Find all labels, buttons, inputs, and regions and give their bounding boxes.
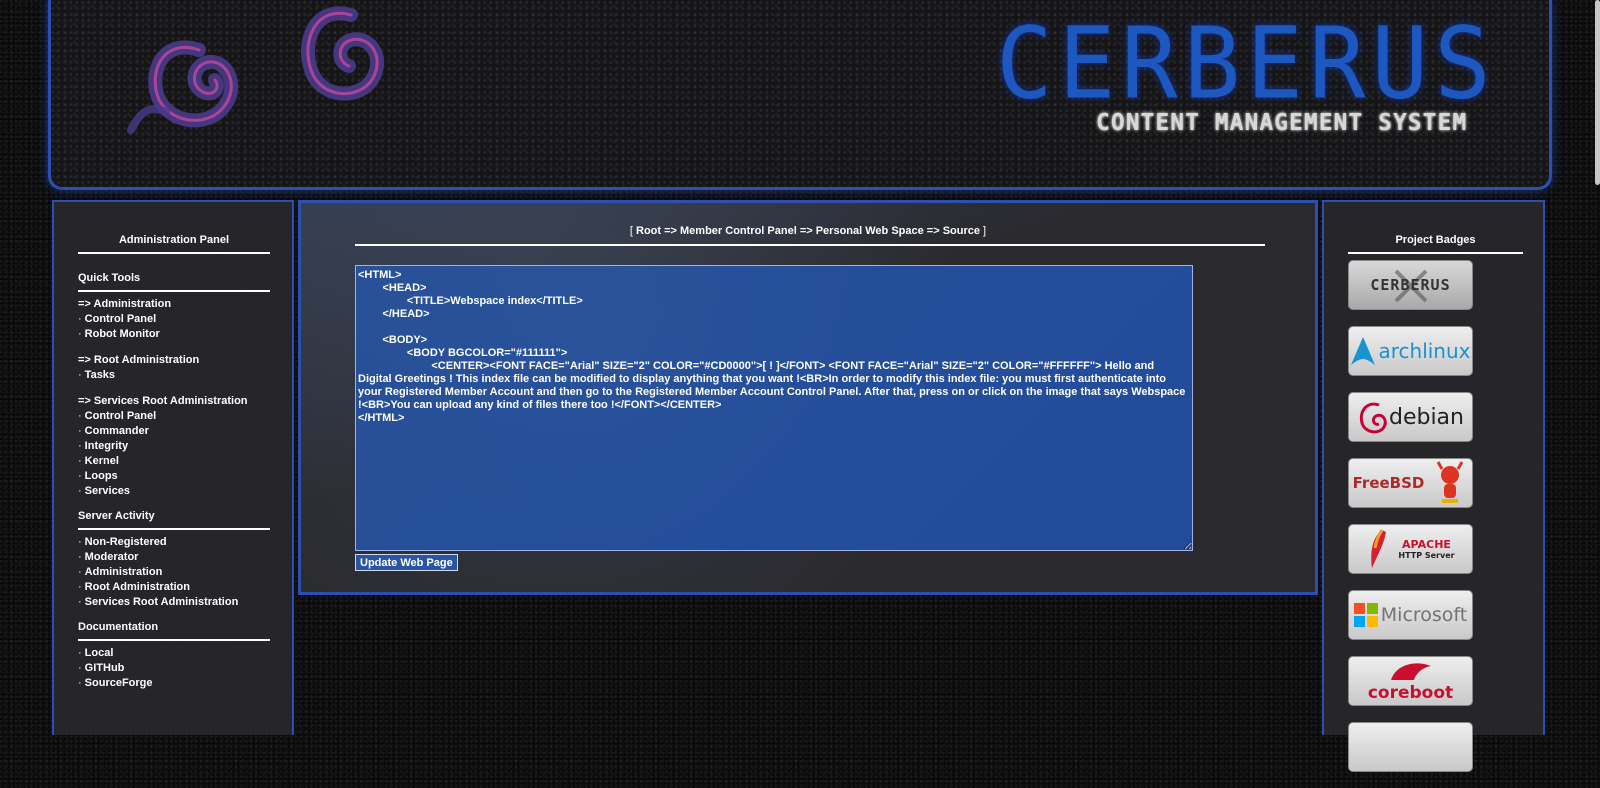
menu-item[interactable]: · Kernel	[78, 454, 270, 469]
brand-subtitle: CONTENT MANAGEMENT SYSTEM	[1096, 110, 1468, 136]
panel-heading: Project Badges	[1395, 234, 1476, 246]
page-scrollbar[interactable]	[1595, 0, 1600, 185]
menu-item[interactable]: · Loops	[78, 469, 270, 484]
microsoft-badge[interactable]: Microsoft	[1348, 590, 1473, 640]
quick-tools-group-administration: => Administration · Control Panel · Robot …	[78, 297, 270, 342]
menu-item[interactable]: · Control Panel	[78, 409, 270, 424]
quick-tools-group-root-administration: => Root Administration · Tasks	[78, 353, 270, 383]
archlinux-badge[interactable]: archlinux	[1348, 326, 1473, 376]
divider	[1348, 252, 1523, 254]
menu-item[interactable]: · Services	[78, 484, 270, 499]
divider	[78, 639, 270, 641]
debian-swirl-logo	[127, 6, 385, 134]
source-editor-textarea[interactable]	[355, 265, 1193, 551]
update-web-page-button[interactable]: Update Web Page	[355, 554, 458, 571]
menu-item[interactable]: · Integrity	[78, 439, 270, 454]
menu-item[interactable]: · Moderator	[78, 550, 270, 565]
menu-group-head[interactable]: => Services Root Administration	[78, 394, 270, 409]
section-title-quick-tools: Quick Tools	[78, 272, 141, 284]
badge-label: archlinux	[1378, 339, 1471, 363]
cerberus-badge[interactable]: CERBERUS	[1348, 260, 1473, 310]
archlinux-badge-icon	[1351, 337, 1376, 365]
header-banner: CERBERUS CONTENT MANAGEMENT SYSTEM	[48, 0, 1552, 190]
menu-item[interactable]: · Services Root Administration	[78, 595, 270, 610]
debian-badge[interactable]: debian	[1348, 392, 1473, 442]
menu-item[interactable]: · SourceForge	[78, 676, 270, 691]
freebsd-daemon-icon	[1437, 461, 1464, 503]
coreboot-badge-icon	[1390, 663, 1431, 680]
menu-group-head[interactable]: => Root Administration	[78, 353, 270, 368]
section-title-documentation: Documentation	[78, 621, 159, 633]
panel-heading: Administration Panel	[118, 234, 230, 246]
quick-tools-group-services-root-administration: => Services Root Administration · Control…	[78, 394, 270, 499]
divider	[355, 244, 1265, 246]
menu-item[interactable]: · Commander	[78, 424, 270, 439]
debian-badge-icon	[1359, 402, 1387, 434]
section-title-server-activity: Server Activity	[78, 510, 155, 522]
menu-item[interactable]: · Local	[78, 646, 270, 661]
documentation-list: · Local · GITHub · SourceForge	[78, 646, 270, 691]
menu-group-head[interactable]: => Administration	[78, 297, 270, 312]
partial-badge[interactable]	[1348, 722, 1473, 772]
divider	[78, 290, 270, 292]
apache-badge-icon	[1371, 529, 1387, 568]
menu-item[interactable]: · GITHub	[78, 661, 270, 676]
badge-label: APACHE	[1402, 538, 1451, 551]
main-content-panel: [ Root => Member Control Panel => Person…	[298, 200, 1318, 595]
brand-title: CERBERUS	[996, 7, 1497, 122]
menu-item[interactable]: · Non-Registered	[78, 535, 270, 550]
microsoft-badge-icon	[1353, 603, 1378, 627]
menu-item[interactable]: · Administration	[78, 565, 270, 580]
badge-sublabel: HTTP Server	[1398, 551, 1455, 560]
divider	[78, 252, 270, 254]
badge-label: Microsoft	[1380, 604, 1468, 626]
project-badges-panel: Project Badges CERBERUS archlinux debian…	[1322, 200, 1545, 772]
freebsd-badge[interactable]: FreeBSD	[1348, 458, 1473, 508]
badge-label: CERBERUS	[1370, 276, 1451, 294]
coreboot-badge[interactable]: coreboot	[1348, 656, 1473, 706]
apache-badge[interactable]: APACHE HTTP Server	[1348, 524, 1473, 574]
menu-item[interactable]: · Root Administration	[78, 580, 270, 595]
menu-item[interactable]: · Control Panel	[78, 312, 270, 327]
menu-item[interactable]: · Tasks	[78, 368, 270, 383]
server-activity-list: · Non-Registered · Moderator · Administrati…	[78, 535, 270, 610]
breadcrumb-path: Root => Member Control Panel => Personal…	[636, 225, 980, 237]
menu-item[interactable]: · Robot Monitor	[78, 327, 270, 342]
badge-label: coreboot	[1367, 683, 1454, 703]
badge-label: FreeBSD	[1352, 474, 1425, 492]
breadcrumb: [ Root => Member Control Panel => Person…	[629, 225, 987, 237]
badge-label: debian	[1388, 404, 1464, 430]
administration-panel: Administration Panel Quick Tools => Admi…	[52, 200, 294, 735]
divider	[78, 528, 270, 530]
